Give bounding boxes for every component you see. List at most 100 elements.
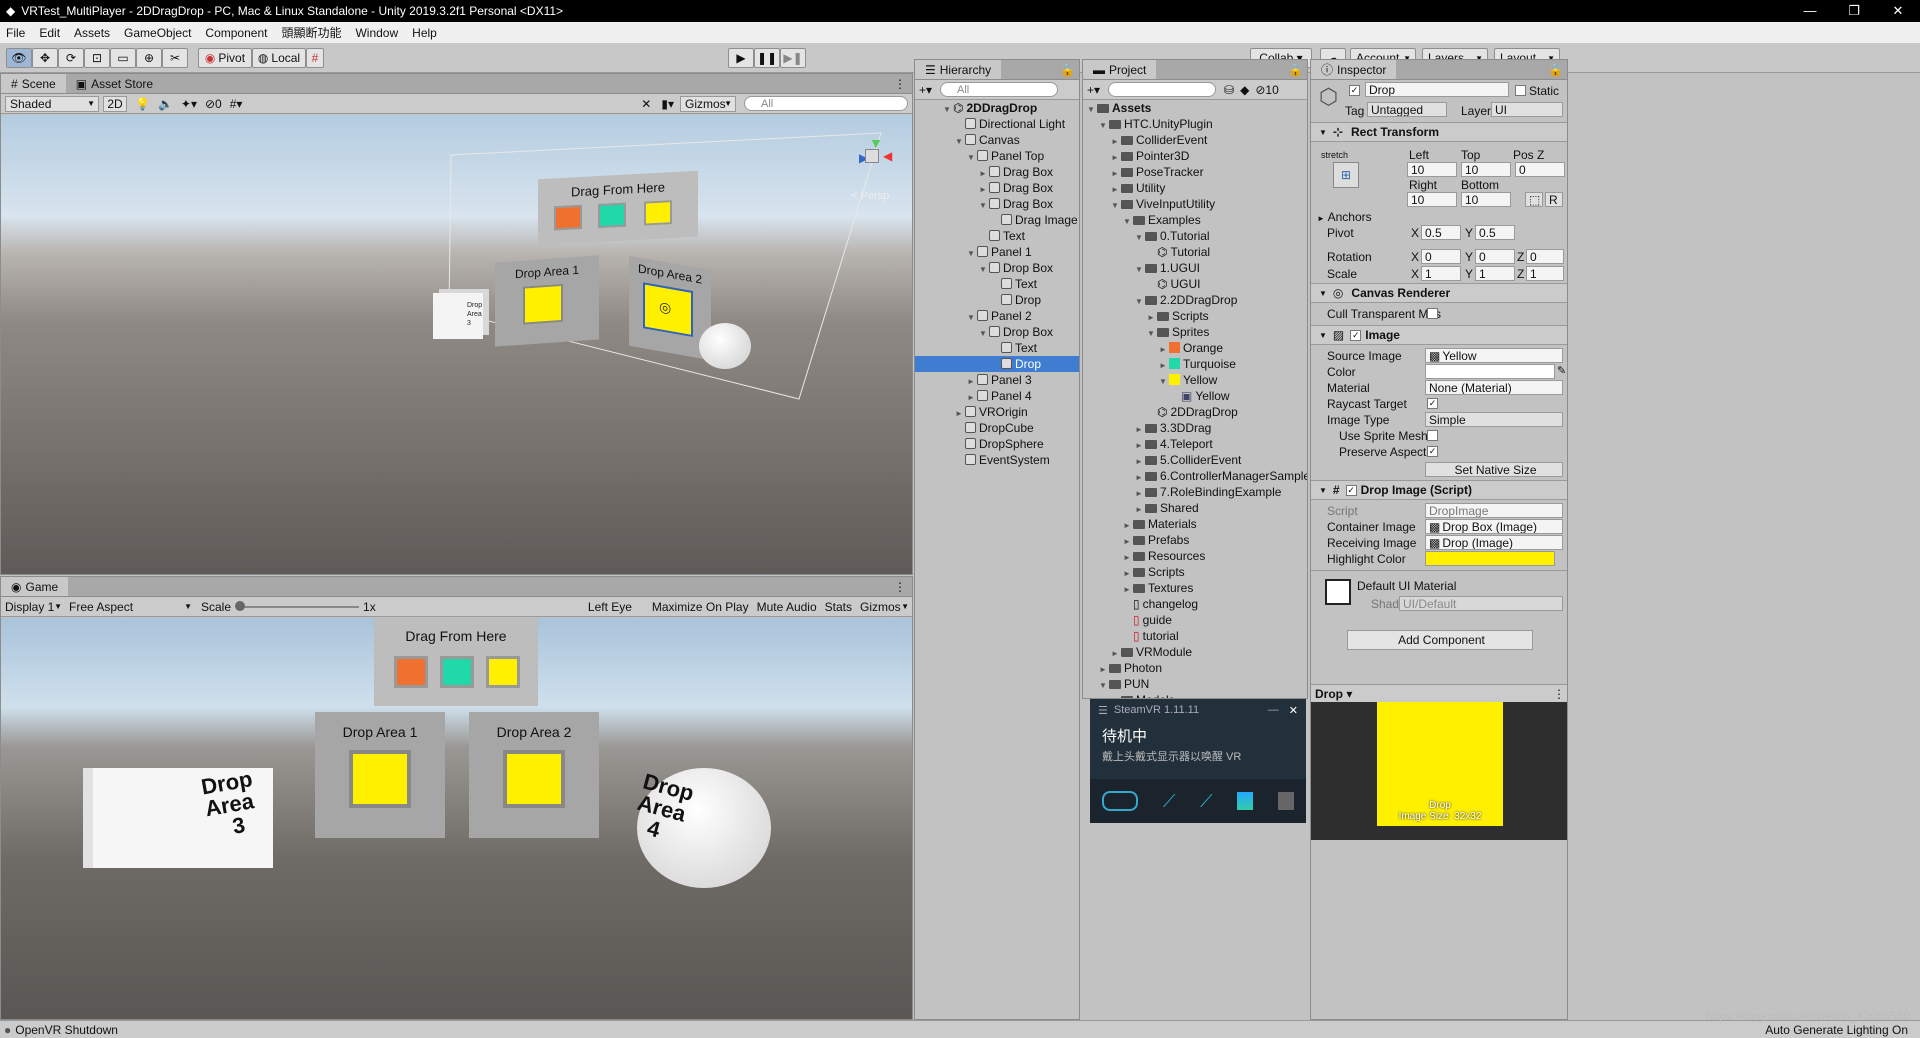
project-item[interactable]: ► Turquoise: [1083, 356, 1307, 372]
container-image-field[interactable]: ▩ Drop Box (Image): [1425, 519, 1563, 534]
lighting-icon[interactable]: 💡: [135, 97, 150, 111]
project-item[interactable]: ► Photon: [1083, 660, 1307, 676]
project-search-input[interactable]: [1108, 82, 1217, 97]
project-item[interactable]: ⌬ UGUI: [1083, 276, 1307, 292]
project-item[interactable]: ▼Models: [1083, 692, 1307, 698]
maximize-on-play-toggle[interactable]: Maximize On Play: [647, 598, 753, 615]
eyedropper-icon[interactable]: ✎: [1557, 364, 1566, 377]
play-button[interactable]: ▶: [728, 48, 754, 68]
bottom-input[interactable]: 10: [1461, 192, 1511, 207]
color-field[interactable]: [1425, 364, 1555, 379]
right-input[interactable]: 10: [1407, 192, 1457, 207]
project-item[interactable]: ► ColliderEvent: [1083, 132, 1307, 148]
project-item[interactable]: ▣ Yellow: [1083, 388, 1307, 404]
material-field[interactable]: None (Material): [1425, 380, 1563, 395]
hierarchy-item[interactable]: Directional Light: [915, 116, 1079, 132]
tab-inspector[interactable]: ⓘ Inspector: [1311, 60, 1397, 79]
highlight-color-field[interactable]: [1425, 551, 1555, 566]
project-item[interactable]: ► Scripts: [1083, 308, 1307, 324]
view-tool-button[interactable]: 👁: [6, 48, 32, 68]
custom-tool-button[interactable]: ✂: [162, 48, 188, 68]
project-item[interactable]: ▼ HTC.UnityPlugin: [1083, 116, 1307, 132]
image-type-dropdown[interactable]: Simple: [1425, 412, 1563, 427]
hierarchy-item[interactable]: DropCube: [915, 420, 1079, 436]
drag-box-turquoise[interactable]: [598, 202, 626, 229]
menu-edit[interactable]: Edit: [39, 26, 60, 40]
scale-tool-button[interactable]: ⊡: [84, 48, 110, 68]
layer-dropdown[interactable]: UI: [1491, 102, 1563, 117]
canvas-renderer-header[interactable]: ▼ ◎ Canvas Renderer: [1311, 283, 1567, 303]
status-message[interactable]: OpenVR Shutdown: [15, 1023, 118, 1037]
image-header[interactable]: ▼ ▨ ✓ Image: [1311, 325, 1567, 345]
gizmos-dropdown[interactable]: Gizmos ▼: [680, 95, 736, 112]
project-item[interactable]: ► Utility: [1083, 180, 1307, 196]
drop-area-1-box[interactable]: [523, 283, 563, 325]
tools-icon[interactable]: ✕: [641, 97, 651, 111]
game-viewport[interactable]: Drag From Here Drop Area 1 Drop Area 2 D…: [1, 618, 912, 1019]
game-drop-area-1-box[interactable]: [349, 750, 411, 808]
top-input[interactable]: 10: [1461, 162, 1511, 177]
project-item[interactable]: ▼ Sprites: [1083, 324, 1307, 340]
active-checkbox[interactable]: ✓: [1349, 85, 1360, 96]
hierarchy-item[interactable]: ▼ ⌬ 2DDragDrop: [915, 100, 1079, 116]
set-native-size-button[interactable]: Set Native Size: [1425, 462, 1563, 477]
raycast-checkbox[interactable]: ✓: [1427, 398, 1438, 409]
menu-window[interactable]: Window: [355, 26, 398, 40]
game-drop-area-2-box[interactable]: [503, 750, 565, 808]
steamvr-menu-icon[interactable]: ☰: [1098, 704, 1108, 717]
hierarchy-item[interactable]: Drag Image: [915, 212, 1079, 228]
project-item[interactable]: ▼ Examples: [1083, 212, 1307, 228]
shading-mode-dropdown[interactable]: Shaded ▼: [5, 95, 99, 112]
tab-hierarchy[interactable]: ☰ Hierarchy: [915, 60, 1002, 79]
project-item[interactable]: ▯ guide: [1083, 612, 1307, 628]
project-item[interactable]: ► Materials: [1083, 516, 1307, 532]
maximize-button[interactable]: ❐: [1832, 3, 1876, 19]
scale-x-input[interactable]: 1: [1421, 266, 1461, 281]
object-name-input[interactable]: Drop: [1365, 82, 1509, 97]
scale-slider[interactable]: [235, 600, 360, 611]
pivot-x-input[interactable]: 0.5: [1421, 225, 1461, 240]
menu-hmd[interactable]: 頭顯断功能: [281, 24, 341, 41]
hierarchy-item[interactable]: Text: [915, 340, 1079, 356]
tab-asset-store[interactable]: ▣ Asset Store: [65, 74, 164, 93]
source-image-field[interactable]: ▩ Yellow: [1425, 348, 1563, 363]
use-sprite-mesh-checkbox[interactable]: [1427, 430, 1438, 441]
hierarchy-item[interactable]: ► VROrigin: [915, 404, 1079, 420]
cull-checkbox[interactable]: [1427, 308, 1438, 319]
rect-transform-header[interactable]: ▼ ⊹ Rect Transform: [1311, 122, 1567, 142]
project-item[interactable]: ▼ Assets: [1083, 100, 1307, 116]
tab-game[interactable]: ◉ Game: [1, 577, 69, 596]
filter-type-icon[interactable]: ⛁: [1224, 83, 1234, 97]
project-item[interactable]: ► Shared: [1083, 500, 1307, 516]
project-item[interactable]: ▼ Yellow: [1083, 372, 1307, 388]
hierarchy-item[interactable]: Drop: [915, 356, 1079, 372]
steamvr-window[interactable]: ☰ SteamVR 1.11.11 — ✕ 待机中 戴上头戴式显示器以唤醒 VR…: [1090, 699, 1306, 823]
image-enabled-checkbox[interactable]: ✓: [1350, 329, 1362, 341]
hidden-packages-icon[interactable]: ⊘10: [1255, 83, 1278, 97]
aspect-dropdown[interactable]: Free Aspect ▼: [65, 598, 195, 615]
project-item[interactable]: ▯ changelog: [1083, 596, 1307, 612]
project-item[interactable]: ▼ ViveInputUtility: [1083, 196, 1307, 212]
drop-sphere[interactable]: [699, 323, 751, 369]
anchor-preset-button[interactable]: ⊞: [1333, 162, 1359, 188]
transform-tool-button[interactable]: ⊕: [136, 48, 162, 68]
rotate-tool-button[interactable]: ⟳: [58, 48, 84, 68]
hierarchy-item[interactable]: Text: [915, 228, 1079, 244]
game-drag-box-orange[interactable]: [394, 656, 428, 688]
script-enabled-checkbox[interactable]: ✓: [1345, 484, 1357, 496]
local-button[interactable]: ◍ Local: [252, 48, 306, 68]
tag-dropdown[interactable]: Untagged: [1367, 102, 1447, 117]
project-item[interactable]: ⌬ 2DDragDrop: [1083, 404, 1307, 420]
hierarchy-item[interactable]: EventSystem: [915, 452, 1079, 468]
pivot-y-input[interactable]: 0.5: [1475, 225, 1515, 240]
project-item[interactable]: ► VRModule: [1083, 644, 1307, 660]
tab-project[interactable]: ▬ Project: [1083, 60, 1157, 79]
audio-icon[interactable]: 🔈: [158, 97, 173, 111]
hierarchy-item[interactable]: ▼ Panel 2: [915, 308, 1079, 324]
add-component-button[interactable]: Add Component: [1347, 630, 1533, 650]
game-drag-box-turquoise[interactable]: [440, 656, 474, 688]
hierarchy-item[interactable]: ▼ Panel 1: [915, 244, 1079, 260]
project-item[interactable]: ► 7.RoleBindingExample: [1083, 484, 1307, 500]
lock-icon[interactable]: 🔒: [1288, 63, 1303, 77]
slider-thumb[interactable]: [235, 600, 246, 611]
